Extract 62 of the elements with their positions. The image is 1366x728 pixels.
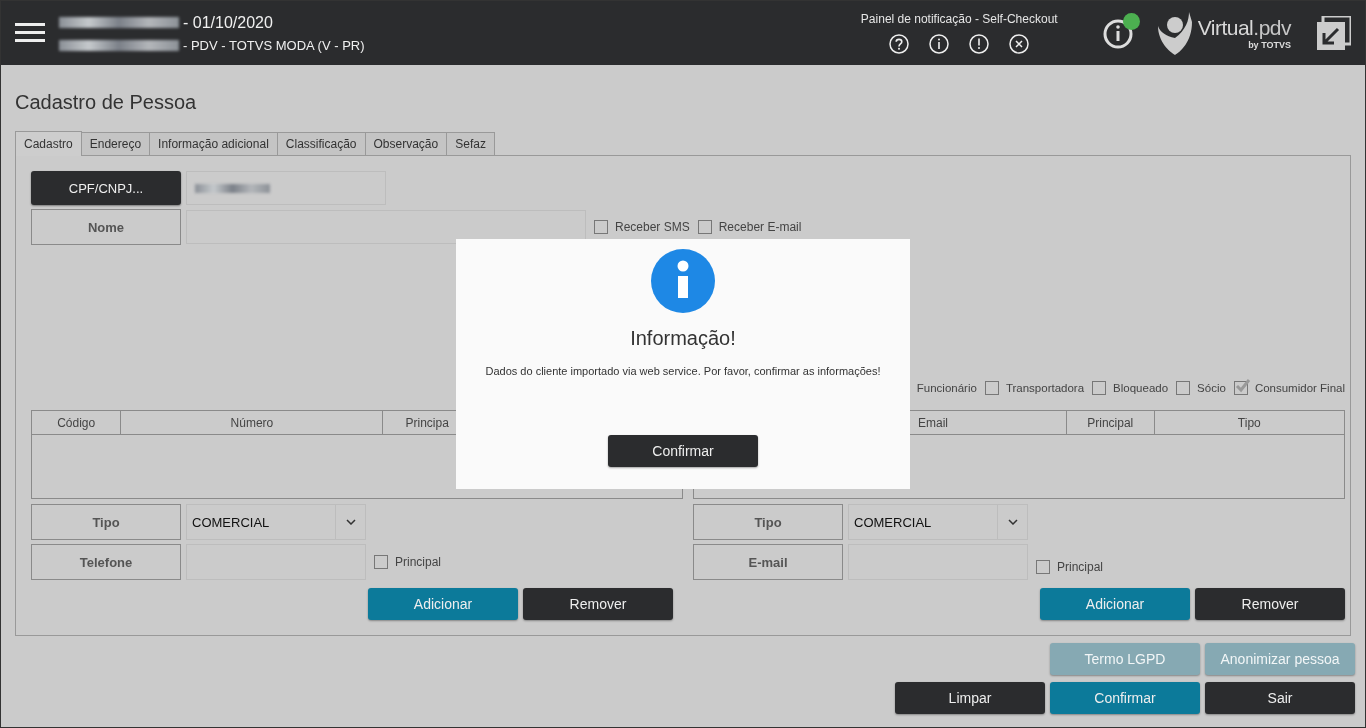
checkbox[interactable] <box>984 381 999 395</box>
tab[interactable]: Observação <box>364 132 448 155</box>
column-header: Código <box>32 411 122 434</box>
question-icon[interactable] <box>889 34 910 54</box>
dialog-message: Dados do cliente importado via web service. Por favor, confirmar as informações! <box>485 365 881 377</box>
contact-label: E-mail <box>693 544 843 580</box>
footer-button[interactable]: Confirmar <box>1050 682 1200 714</box>
checkbox-label: Consumidor Final <box>1254 382 1345 394</box>
column-header: Principa <box>404 414 450 432</box>
column-header: Principal <box>1067 411 1155 434</box>
checkbox-label: Transportadora <box>1005 382 1085 394</box>
logo-text: Virtual.pdv <box>1197 16 1291 40</box>
tab[interactable]: Cadastro <box>15 131 82 156</box>
type-label: Tipo <box>693 504 843 540</box>
cpf-input-field[interactable] <box>186 171 386 205</box>
checkbox[interactable] <box>594 220 608 234</box>
checkbox-label: Principal <box>1057 560 1104 574</box>
checkbox-label: Bloqueado <box>1113 382 1169 394</box>
info-icon <box>651 249 715 313</box>
date-text: - 01/10/2020 <box>183 13 273 32</box>
close-icon[interactable] <box>1009 34 1030 54</box>
footer-button[interactable]: Sair <box>1205 682 1355 714</box>
checkbox-label: Receber E-mail <box>718 220 802 234</box>
tab[interactable]: Classificação <box>276 132 366 155</box>
checkbox-label: Sócio <box>1197 382 1226 394</box>
checkbox-label: Receber SMS <box>615 220 690 234</box>
info-icon[interactable] <box>929 34 950 54</box>
cpf-button[interactable]: CPF/CNPJ... <box>31 171 181 205</box>
tab[interactable]: Informação adicional <box>149 132 278 155</box>
minimize-window-icon[interactable] <box>1317 16 1351 50</box>
checkbox-label: Funcionário <box>916 382 977 394</box>
checkbox[interactable] <box>1233 381 1248 395</box>
checkbox[interactable] <box>1036 560 1050 574</box>
name-label: Nome <box>31 209 181 245</box>
type-select[interactable]: COMERCIAL <box>186 504 366 540</box>
type-select[interactable]: COMERCIAL <box>848 504 1028 540</box>
dialog-title: Informação! <box>630 327 736 350</box>
add-button[interactable]: Adicionar <box>368 588 518 620</box>
remove-button[interactable]: Remover <box>523 588 673 620</box>
checkbox[interactable] <box>697 220 712 234</box>
tab[interactable]: Endereço <box>80 132 151 155</box>
exclamation-icon[interactable] <box>969 34 990 54</box>
checkbox[interactable] <box>1092 381 1107 395</box>
type-label: Tipo <box>31 504 181 540</box>
contact-label: Telefone <box>31 544 181 580</box>
page-title: Cadastro de Pessoa <box>15 91 198 115</box>
remove-button[interactable]: Remover <box>1195 588 1345 620</box>
chevron-down-icon <box>1007 519 1018 525</box>
add-button[interactable]: Adicionar <box>1040 588 1190 620</box>
checkbox[interactable] <box>374 555 388 569</box>
dialog-confirm-button[interactable]: Confirmar <box>608 435 758 467</box>
checkbox-label: Principal <box>395 555 442 569</box>
chevron-down-icon <box>345 519 356 525</box>
footer-button[interactable]: Limpar <box>895 682 1045 714</box>
notification-panel-title: Painel de notificação - Self-Checkout <box>860 12 1058 26</box>
checkbox[interactable] <box>1176 381 1191 395</box>
logo-byline: by TOTVS <box>1248 40 1291 50</box>
column-header: Número <box>121 411 384 434</box>
store-text: - PDV - TOTVS MODA (V - PR) <box>183 37 365 53</box>
menu-icon[interactable] <box>15 23 45 43</box>
tab[interactable]: Sefaz <box>446 132 495 155</box>
column-header: Tipo <box>1236 414 1262 432</box>
